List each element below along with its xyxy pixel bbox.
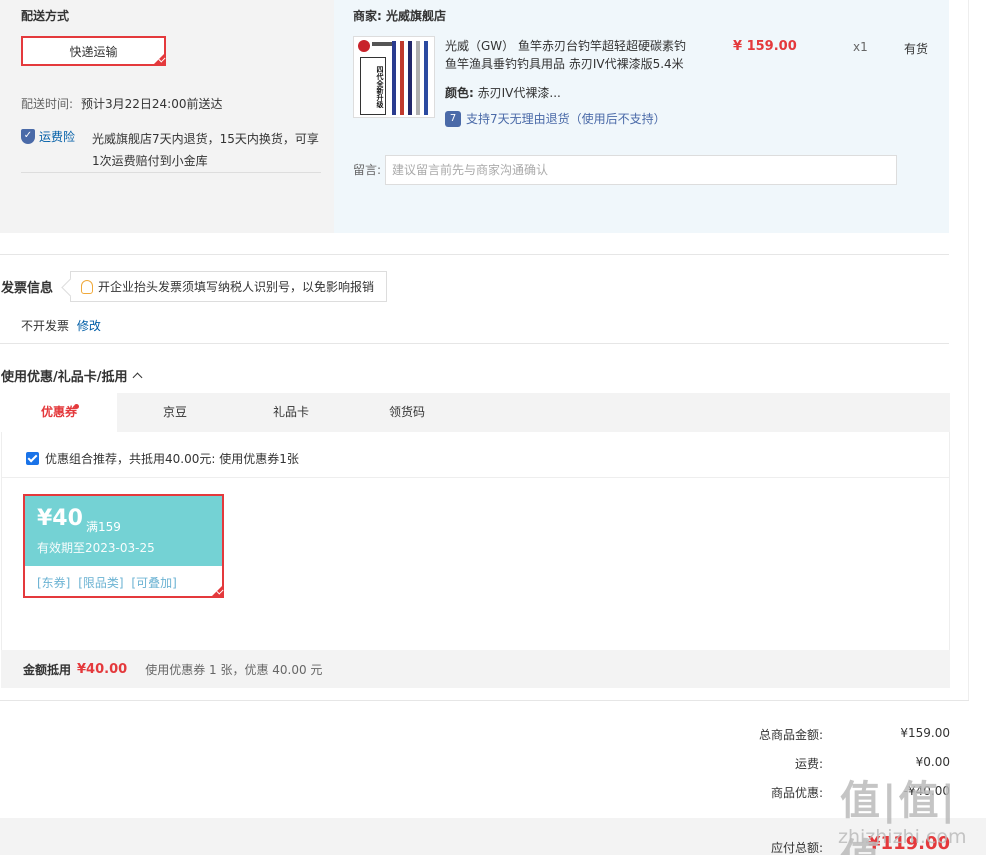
tab-jingdou-label: 京豆	[162, 405, 187, 419]
product-title-line2: 鱼竿渔具垂钓钓具用品 赤刃IV代裸漆版5.4米	[445, 57, 684, 71]
right-border	[968, 0, 969, 700]
tab-redeem-code[interactable]: 领货码	[349, 393, 465, 432]
brand-logo-icon	[358, 40, 370, 52]
tab-redeem-code-label: 领货码	[388, 405, 425, 419]
shipping-divider	[21, 172, 321, 173]
invoice-tip: 开企业抬头发票须填写纳税人识别号，以免影响报销	[70, 271, 387, 302]
product-thumbnail[interactable]: 四代全新升级	[353, 36, 435, 118]
color-label: 颜色:	[445, 86, 474, 100]
selected-check-icon	[152, 52, 166, 66]
discount-summary-bar: 金额抵用 ¥40.00 使用优惠券 1 张，优惠 40.00 元	[1, 650, 950, 688]
discount-title: 使用优惠/礼品卡/抵用	[1, 370, 128, 385]
recommend-checkbox[interactable]	[26, 452, 39, 465]
payable-label: 应付总额:	[770, 841, 823, 855]
recommend-text: 优惠组合推荐，共抵用40.00元: 使用优惠券1张	[45, 452, 299, 466]
freight-insurance-desc: 光威旗舰店7天内退货，15天内换货，可享 1次运费赔付到小金库	[92, 128, 332, 172]
product-color: 颜色: 赤刃IV代裸漆...	[445, 84, 561, 101]
chevron-up-icon	[132, 372, 142, 383]
coupon-divider	[2, 477, 949, 478]
section-divider-3	[0, 700, 969, 701]
coupon-tag: [可叠加]	[131, 576, 177, 590]
shipping-title: 配送方式	[21, 9, 70, 23]
invoice-title: 发票信息	[1, 281, 54, 296]
lightbulb-icon	[81, 279, 93, 294]
rod-shape-2	[400, 41, 404, 115]
rod-shape-4	[416, 41, 420, 115]
tab-gift-card-label: 礼品卡	[272, 405, 309, 419]
product-title-line1: 光威（GW） 鱼竿赤刃台钓竿超轻超硬碳素钓	[445, 39, 686, 53]
coupon-card[interactable]: ¥40 满159 有效期至2023-03-25 [东券] [限品类] [可叠加]	[23, 494, 224, 598]
rod-shape-3	[408, 41, 412, 115]
product-title[interactable]: 光威（GW） 鱼竿赤刃台钓竿超轻超硬碳素钓 鱼竿渔具垂钓钓具用品 赤刃IV代裸漆…	[445, 37, 705, 73]
coupon-validity: 有效期至2023-03-25	[37, 541, 155, 555]
summary-label: 金额抵用	[23, 662, 72, 677]
seven-day-return-icon: 7	[445, 110, 461, 127]
coupon-amount: ¥40	[37, 506, 83, 531]
invoice-status-row: 不开发票 修改	[21, 317, 101, 334]
goods-total-value: ¥159.00	[900, 726, 950, 740]
coupon-tags: [东券] [限品类] [可叠加]	[37, 574, 177, 591]
invoice-edit-link[interactable]: 修改	[77, 319, 101, 333]
product-thumb-caption: 四代全新升级	[360, 57, 386, 115]
invoice-tip-text: 开企业抬头发票须填写纳税人识别号，以免影响报销	[98, 280, 375, 294]
remark-label: 留言:	[353, 163, 382, 177]
freight-insurance-label: 运费险	[39, 130, 76, 144]
coupon-face: ¥40 满159 有效期至2023-03-25	[25, 496, 222, 566]
coupon-selected-check-icon	[210, 584, 224, 598]
section-divider	[0, 254, 949, 255]
return-policy: 7 支持7天无理由退货（使用后不支持）	[445, 110, 666, 127]
shield-icon: ✓	[21, 129, 35, 144]
tab-gift-card[interactable]: 礼品卡	[233, 393, 349, 432]
insurance-desc-line2: 1次运费赔付到小金库	[92, 154, 208, 168]
merchant-header: 商家: 光威旗舰店	[353, 7, 446, 24]
coupon-condition: 满159	[86, 520, 121, 534]
remark-input[interactable]	[385, 155, 897, 185]
rod-shape-5	[424, 41, 428, 115]
return-policy-text: 支持7天无理由退货（使用后不支持）	[466, 112, 666, 126]
coupon-tag: [东券]	[37, 576, 71, 590]
delivery-time-value: 预计3月22日24:00前送达	[81, 97, 223, 111]
coupon-tag: [限品类]	[78, 576, 124, 590]
invoice-status: 不开发票	[21, 319, 70, 333]
product-quantity: x1	[853, 40, 868, 54]
shipping-method-label: 快递运输	[69, 44, 118, 59]
color-value: 赤刃IV代裸漆...	[477, 86, 561, 100]
goods-total-label: 总商品金额:	[758, 728, 823, 742]
freight-value: ¥0.00	[915, 755, 950, 769]
freight-label: 运费:	[794, 757, 823, 771]
summary-desc: 使用优惠券 1 张，优惠 40.00 元	[145, 662, 323, 677]
discount-section-toggle[interactable]: 使用优惠/礼品卡/抵用	[1, 366, 142, 385]
new-dot-badge	[74, 404, 79, 409]
section-divider-2	[0, 343, 949, 344]
summary-amount: ¥40.00	[77, 661, 128, 677]
recommend-row[interactable]: 优惠组合推荐，共抵用40.00元: 使用优惠券1张	[26, 450, 299, 467]
freight-insurance-link[interactable]: ✓ 运费险	[21, 128, 75, 145]
merchant-name: 光威旗舰店	[386, 9, 447, 23]
discount-tabs: 优惠券 京豆 礼品卡 领货码	[1, 393, 950, 432]
brand-name-bar	[372, 42, 394, 46]
merchant-label: 商家:	[353, 9, 382, 23]
stock-status: 有货	[904, 42, 929, 56]
tab-coupons[interactable]: 优惠券	[1, 393, 117, 432]
shipping-method-button[interactable]: 快递运输	[21, 36, 166, 66]
rod-shape-1	[392, 41, 396, 115]
tab-jingdou[interactable]: 京豆	[117, 393, 233, 432]
discount-total-label: 商品优惠:	[770, 786, 823, 800]
watermark-site: zhizhizhi.com	[838, 826, 967, 848]
product-price: ¥ 159.00	[733, 39, 797, 54]
shipping-panel	[0, 0, 334, 233]
tab-coupons-label: 优惠券	[40, 405, 77, 419]
insurance-desc-line1: 光威旗舰店7天内退货，15天内换货，可享	[92, 132, 319, 146]
delivery-time-label: 配送时间:	[21, 97, 74, 111]
